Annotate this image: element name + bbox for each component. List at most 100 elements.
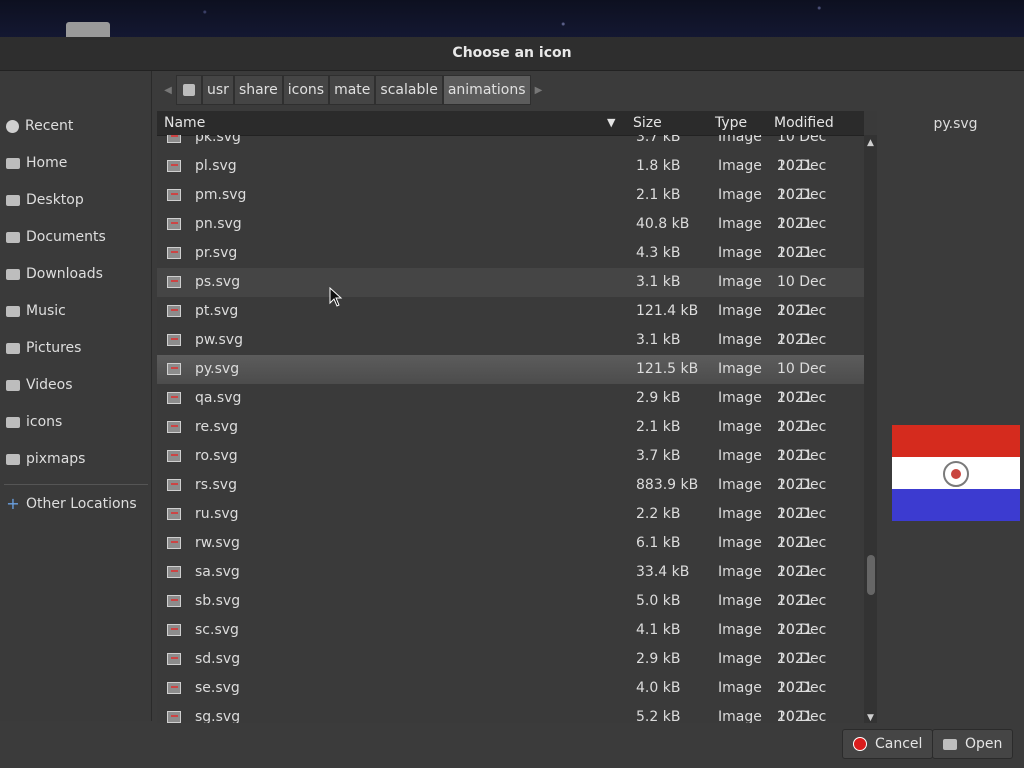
file-type: Image [718, 535, 762, 551]
path-crumb-icons[interactable]: icons [282, 75, 330, 105]
sidebar-item-videos[interactable]: Videos [6, 370, 146, 400]
sidebar-item-label: Other Locations [26, 496, 137, 512]
dialog-title: Choose an icon [0, 37, 1024, 71]
file-row[interactable]: se.svg 4.0 kB Image 10 Dec 2021 [157, 674, 864, 723]
file-row[interactable]: py.svg 121.5 kB Image 10 Dec 2021 [157, 355, 864, 406]
file-row[interactable]: sa.svg 33.4 kB Image 10 Dec 2021 [157, 558, 864, 609]
file-row[interactable]: pr.svg4.3 kBImage10 Dec 2021 [157, 239, 864, 290]
file-type: Image [718, 187, 762, 203]
file-type: Image [718, 158, 762, 174]
file-row[interactable]: re.svg 2.1 kB Image 10 Dec 2021 [157, 413, 864, 464]
folder-icon [6, 416, 20, 428]
file-row[interactable]: pl.svg 1.8 kB Image 10 Dec 2021 [157, 152, 864, 203]
file-row[interactable]: ro.svg 3.7 kB Image 10 Dec 2021 [157, 442, 864, 493]
file-size: 2.1 kB [636, 187, 681, 203]
file-row[interactable]: sb.svg 5.0 kB Image 10 Dec 2021 [157, 587, 864, 638]
drive-icon [183, 84, 195, 96]
open-button[interactable]: Open [932, 729, 1014, 759]
file-row[interactable]: sd.svg 2.9 kB Image 10 Dec 2021 [157, 645, 864, 696]
path-crumb-animations[interactable]: animations [442, 75, 531, 105]
file-name: pt.svg [195, 303, 239, 319]
column-header-size[interactable]: Size [633, 111, 662, 135]
file-row[interactable]: rs.svg 883.9 kB Image 10 Dec 2021 [157, 471, 864, 522]
path-crumb-scalable[interactable]: scalable [375, 75, 443, 105]
file-name: pm.svg [195, 187, 247, 203]
sidebar-item-downloads[interactable]: Downloads [6, 259, 146, 289]
file-row[interactable]: pw.svg3.1 kBImage10 Dec 2021 [157, 326, 864, 377]
file-type: Image [718, 622, 762, 638]
file-row[interactable]: pm.svg 2.1 kB Image 10 Dec 2021 [157, 181, 864, 232]
column-header-modified[interactable]: Modified [774, 111, 834, 135]
file-type: Image [718, 216, 762, 232]
scrollbar-thumb[interactable] [867, 555, 875, 595]
path-scroll-right-icon[interactable]: ▶ [531, 85, 547, 96]
file-row[interactable]: ru.svg 2.2 kB Image 10 Dec 2021 [157, 500, 864, 551]
scroll-down-icon[interactable]: ▼ [867, 713, 874, 723]
file-name: pk.svg [195, 135, 241, 145]
sidebar-item-documents[interactable]: Documents [6, 222, 146, 252]
sidebar-item-music[interactable]: Music [6, 296, 146, 326]
places-sidebar: Recent Home Desktop Documents Downloads … [0, 71, 152, 721]
file-type: Image [718, 593, 762, 609]
sidebar-item-recent[interactable]: Recent [6, 111, 146, 141]
file-name: re.svg [195, 419, 238, 435]
file-size: 40.8 kB [636, 216, 690, 232]
preview-filename: py.svg [933, 116, 978, 132]
file-size: 5.2 kB [636, 709, 681, 723]
file-size: 2.2 kB [636, 506, 681, 522]
file-type: Image [718, 477, 762, 493]
image-file-icon [167, 450, 181, 462]
image-file-icon [167, 537, 181, 549]
scroll-up-icon[interactable]: ▲ [867, 138, 874, 148]
file-row[interactable]: sg.svg 5.2 kB Image 10 Dec 2021 [157, 703, 864, 723]
sidebar-item-desktop[interactable]: Desktop [6, 185, 146, 215]
cancel-button[interactable]: Cancel [842, 729, 934, 759]
sidebar-item-other-locations[interactable]: + Other Locations [6, 489, 146, 519]
folder-open-icon [943, 738, 957, 750]
sidebar-item-label: Documents [26, 229, 106, 245]
path-crumb-mate[interactable]: mate [329, 75, 376, 105]
sidebar-item-label: Videos [26, 377, 73, 393]
cancel-icon [853, 737, 867, 751]
sidebar-item-pixmaps[interactable]: pixmaps [6, 444, 146, 474]
sidebar-item-label: Home [26, 155, 68, 171]
path-crumb-share[interactable]: share [233, 75, 283, 105]
sidebar-item-label: Recent [25, 118, 74, 134]
sidebar-item-pictures[interactable]: Pictures [6, 333, 146, 363]
image-file-icon [167, 682, 181, 694]
path-bar: ◀ usr share icons mate scalable animatio… [160, 75, 547, 105]
sidebar-item-home[interactable]: Home [6, 148, 146, 178]
path-crumb-usr[interactable]: usr [202, 75, 234, 105]
file-row[interactable]: pk.svg 3.7 kB Image 10 Dec 2021 [157, 135, 864, 174]
clock-icon [6, 119, 19, 133]
image-file-icon [167, 624, 181, 636]
file-type: Image [718, 419, 762, 435]
file-row[interactable]: pt.svg 121.4 kB Image 10 Dec 2021 [157, 297, 864, 348]
file-list-scrollbar[interactable]: ▲ ▼ [864, 135, 877, 723]
file-name: sb.svg [195, 593, 241, 609]
sidebar-item-icons[interactable]: icons [6, 407, 146, 437]
file-size: 3.1 kB [636, 274, 681, 290]
column-header-name[interactable]: Name [164, 111, 205, 135]
flag-stripe-red [892, 425, 1020, 457]
file-name: sa.svg [195, 564, 240, 580]
file-type: Image [718, 135, 762, 145]
file-size: 2.9 kB [636, 390, 681, 406]
path-scroll-left-icon[interactable]: ◀ [160, 85, 176, 96]
file-name: rs.svg [195, 477, 237, 493]
path-root-drive-button[interactable] [176, 75, 202, 105]
image-file-icon [167, 508, 181, 520]
file-row[interactable]: ps.svg 3.1 kB Image 10 Dec 2021 [157, 268, 864, 319]
image-file-icon [167, 363, 181, 375]
file-row[interactable]: qa.svg 2.9 kB Image 10 Dec 2021 [157, 384, 864, 435]
file-row[interactable]: pn.svg 40.8 kB Image 10 Dec 2021 [157, 210, 864, 261]
image-file-icon [167, 334, 181, 346]
file-type: Image [718, 303, 762, 319]
file-name: py.svg [195, 361, 240, 377]
column-header-type[interactable]: Type [715, 111, 747, 135]
file-row[interactable]: rw.svg 6.1 kB Image 10 Dec 2021 [157, 529, 864, 580]
file-size: 5.0 kB [636, 593, 681, 609]
file-row[interactable]: sc.svg 4.1 kB Image 10 Dec 2021 [157, 616, 864, 667]
file-name: pl.svg [195, 158, 237, 174]
file-type: Image [718, 361, 762, 377]
